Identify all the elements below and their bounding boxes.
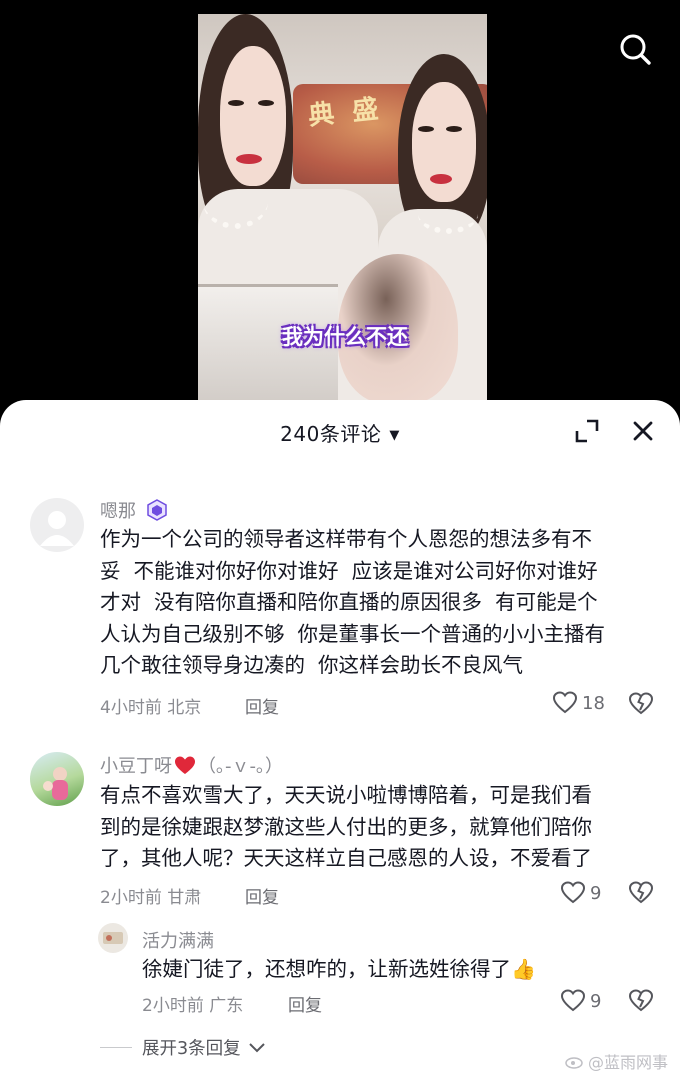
reply-button[interactable]: 回复 — [245, 693, 279, 718]
comment-username[interactable]: 小豆丁呀 （｡-ｖ-｡） — [100, 752, 283, 778]
dislike-button[interactable] — [628, 988, 654, 1014]
close-icon — [633, 421, 653, 441]
dislike-button[interactable] — [628, 691, 654, 717]
reply-meta: 2小时前 广东 — [142, 996, 244, 1016]
chevron-down-icon — [248, 1042, 265, 1052]
like-count: 9 — [590, 882, 602, 904]
expand-replies-button[interactable]: 展开3条回复 — [100, 1035, 267, 1060]
like-button[interactable]: 9 — [560, 880, 601, 906]
reply-text: 徐婕门徒了，还想咋的，让新选姓徐得了👍 — [142, 957, 536, 981]
avatar[interactable] — [98, 923, 128, 953]
comment-meta: 2小时前 甘肃 — [100, 888, 202, 908]
expand-icon — [575, 419, 599, 443]
red-heart-icon — [175, 756, 195, 774]
watermark-text: @蓝雨网事 — [588, 1053, 669, 1072]
comment-meta: 4小时前 北京 — [100, 698, 202, 718]
search-button[interactable] — [612, 26, 658, 72]
like-button[interactable]: 18 — [552, 690, 605, 716]
heart-icon — [560, 881, 586, 904]
caret-down-icon: ▼ — [389, 428, 400, 443]
search-icon — [620, 34, 651, 65]
watermark: @蓝雨网事 — [565, 1049, 668, 1073]
comment-text: 有点不喜欢雪大了，天天说小啦博博陪着，可是我们看 到的是徐婕跟赵梦澈这些人付出的… — [100, 783, 592, 870]
like-button[interactable]: 9 — [560, 988, 601, 1014]
comment-username[interactable]: 嗯那 — [100, 497, 168, 523]
comment-count-label: 240条评论 — [280, 422, 382, 446]
heart-icon — [560, 989, 586, 1012]
comments-sheet: 240条评论 ▼ 嗯那 作为一个公司的领导者这样带有个人恩怨的想法多有不 妥 不… — [0, 400, 680, 1080]
reply-button[interactable]: 回复 — [288, 991, 322, 1016]
broken-heart-icon — [628, 692, 654, 715]
weibo-logo-icon — [565, 1057, 583, 1069]
broken-heart-icon — [628, 881, 654, 904]
video-player[interactable]: 典 盛 我为什么不还 — [198, 14, 487, 414]
like-count: 18 — [582, 692, 605, 714]
video-subtitle: 我为什么不还 — [282, 325, 408, 349]
avatar[interactable] — [30, 498, 84, 552]
like-count: 9 — [590, 990, 602, 1012]
broken-heart-icon — [628, 989, 654, 1012]
fullscreen-button[interactable] — [574, 418, 600, 444]
default-avatar-icon — [40, 511, 74, 546]
user-photo-avatar — [43, 767, 68, 800]
divider — [100, 1047, 132, 1048]
reply-button[interactable]: 回复 — [245, 883, 279, 908]
expand-replies-label: 展开3条回复 — [142, 1039, 241, 1059]
avatar[interactable] — [30, 752, 84, 806]
level-badge-icon — [146, 499, 167, 521]
dislike-button[interactable] — [628, 880, 654, 906]
close-button[interactable] — [630, 418, 656, 444]
heart-icon — [552, 691, 578, 714]
thumbs-up-icon: 👍 — [511, 957, 536, 981]
comment-text: 作为一个公司的领导者这样带有个人恩怨的想法多有不 妥 不能谁对你好你对谁好 应该… — [100, 527, 606, 677]
reply-username[interactable]: 活力满满 — [142, 927, 214, 953]
user-photo-avatar — [103, 932, 123, 944]
sheet-header: 240条评论 ▼ — [0, 400, 680, 464]
